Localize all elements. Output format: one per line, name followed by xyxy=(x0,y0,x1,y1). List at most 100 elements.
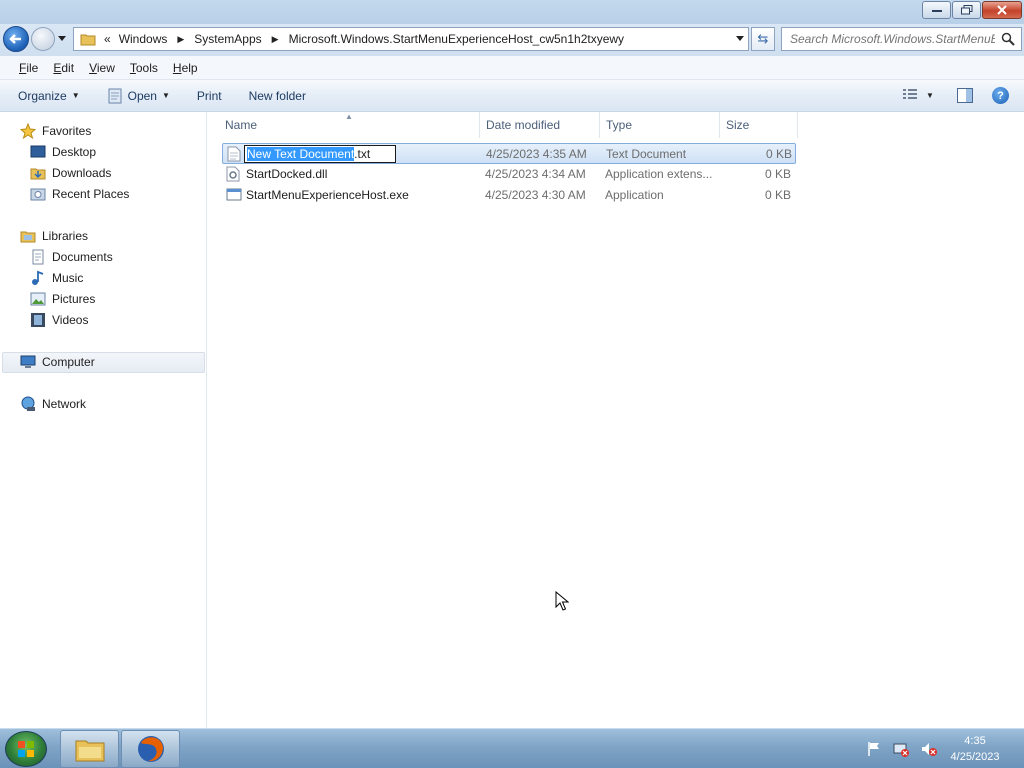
print-label: Print xyxy=(196,88,222,103)
rename-input[interactable]: New Text Document .txt xyxy=(244,145,396,163)
back-button[interactable] xyxy=(3,26,29,52)
firefox-icon xyxy=(137,736,164,762)
search-input[interactable] xyxy=(790,32,995,46)
volume-muted-icon[interactable] xyxy=(920,741,938,757)
action-center-flag-icon[interactable] xyxy=(866,741,882,757)
forward-button[interactable] xyxy=(31,27,55,51)
clock-date: 4/25/2023 xyxy=(950,751,1000,763)
file-name: StartDocked.dll xyxy=(246,167,328,181)
nav-recent-places[interactable]: Recent Places xyxy=(30,184,129,204)
new-folder-button[interactable]: New folder xyxy=(249,89,306,103)
libraries-icon xyxy=(20,231,36,243)
address-row: « Windows ▶ SystemApps ▶ Microsoft.Windo… xyxy=(0,24,1024,56)
nav-favorites[interactable]: Favorites xyxy=(20,121,91,141)
taskbar-explorer[interactable] xyxy=(60,730,119,768)
menu-file[interactable]: File xyxy=(19,61,38,75)
rename-extension: .txt xyxy=(354,147,371,161)
nav-videos[interactable]: Videos xyxy=(30,310,88,330)
explorer-folder-icon xyxy=(75,740,104,762)
close-button[interactable] xyxy=(982,1,1022,19)
exe-file-icon xyxy=(226,188,242,201)
column-header-date[interactable]: Date modified xyxy=(486,112,598,138)
nav-downloads[interactable]: Downloads xyxy=(30,163,111,183)
recent-pages-dropdown[interactable] xyxy=(58,36,66,41)
network-disconnected-icon[interactable] xyxy=(892,741,910,757)
file-name: StartMenuExperienceHost.exe xyxy=(246,188,409,202)
file-type: Text Document xyxy=(606,147,687,161)
taskbar: 4:35 4/25/2023 xyxy=(0,728,1024,768)
breadcrumb-windows[interactable]: Windows xyxy=(119,32,168,46)
column-divider[interactable] xyxy=(479,112,480,138)
nav-documents[interactable]: Documents xyxy=(30,247,113,267)
column-header-size[interactable]: Size xyxy=(726,112,796,138)
file-row-startdocked-dll[interactable]: StartDocked.dll 4/25/2023 4:34 AM Applic… xyxy=(222,164,796,185)
documents-icon xyxy=(32,249,44,265)
file-row-startmenuexperiencehost-exe[interactable]: StartMenuExperienceHost.exe 4/25/2023 4:… xyxy=(222,185,796,206)
star-icon xyxy=(20,123,36,139)
rename-selected-text: New Text Document xyxy=(247,147,355,161)
column-header-name[interactable]: Name xyxy=(225,112,480,138)
preview-pane-icon[interactable] xyxy=(957,88,973,103)
windows-logo-icon xyxy=(18,741,34,757)
file-row-new-text-document[interactable]: New Text Document .txt 4/25/2023 4:35 AM … xyxy=(222,143,796,164)
network-icon xyxy=(21,396,35,411)
clock[interactable]: 4:35 4/25/2023 xyxy=(940,733,1010,765)
chevron-down-icon: ▼ xyxy=(926,90,934,100)
breadcrumb-startmenu-folder[interactable]: Microsoft.Windows.StartMenuExperienceHos… xyxy=(289,32,624,46)
organize-button[interactable]: Organize ▼ xyxy=(18,89,80,103)
nav-pictures[interactable]: Pictures xyxy=(30,289,95,309)
new-folder-label: New folder xyxy=(248,88,306,103)
file-list: ▲ Name Date modified Type Size New Text … xyxy=(208,112,1024,728)
breadcrumb-systemapps[interactable]: SystemApps xyxy=(194,32,261,46)
text-file-icon xyxy=(227,146,241,162)
column-divider[interactable] xyxy=(719,112,720,138)
chevron-right-icon[interactable]: ▶ xyxy=(272,34,279,45)
organize-label: Organize xyxy=(18,88,67,103)
print-button[interactable]: Print xyxy=(197,89,222,103)
column-divider[interactable] xyxy=(599,112,600,138)
start-button[interactable] xyxy=(5,731,47,767)
minimize-icon xyxy=(931,10,942,12)
details-view-icon xyxy=(903,89,917,99)
open-label: Open xyxy=(127,88,157,103)
column-divider[interactable] xyxy=(797,112,798,138)
system-tray xyxy=(866,741,938,757)
change-view-button[interactable]: ▼ xyxy=(902,88,934,102)
file-type: Application xyxy=(605,188,664,202)
nav-network[interactable]: Network xyxy=(20,394,86,414)
file-date: 4/25/2023 4:35 AM xyxy=(486,147,587,161)
menu-tools[interactable]: Tools xyxy=(130,61,158,75)
search-icon[interactable] xyxy=(1001,32,1015,46)
chevron-right-icon[interactable]: ▶ xyxy=(177,34,184,45)
restore-icon xyxy=(960,5,972,15)
nav-desktop[interactable]: Desktop xyxy=(30,142,96,162)
menu-help[interactable]: Help xyxy=(173,61,198,75)
open-button[interactable]: Open ▼ xyxy=(107,88,170,104)
menu-view[interactable]: View xyxy=(89,61,115,75)
title-bar xyxy=(0,0,1024,24)
refresh-icon: ⇆ xyxy=(757,31,769,46)
window-controls xyxy=(922,1,1022,19)
taskbar-firefox[interactable] xyxy=(121,730,180,768)
search-box[interactable] xyxy=(781,27,1022,51)
nav-music[interactable]: Music xyxy=(30,268,83,288)
recent-places-icon xyxy=(30,188,46,201)
help-icon[interactable]: ? xyxy=(992,87,1009,104)
close-icon xyxy=(997,5,1007,15)
refresh-button[interactable]: ⇆ xyxy=(751,27,775,51)
music-note-icon xyxy=(32,270,44,285)
nav-libraries[interactable]: Libraries xyxy=(20,226,88,246)
breadcrumb-overflow[interactable]: « xyxy=(104,32,111,46)
menu-edit[interactable]: Edit xyxy=(53,61,74,75)
restore-button[interactable] xyxy=(952,1,981,19)
nav-computer[interactable]: Computer xyxy=(20,352,95,372)
column-header-type[interactable]: Type xyxy=(606,112,718,138)
file-type: Application extens... xyxy=(605,167,713,181)
file-date: 4/25/2023 4:30 AM xyxy=(485,188,586,202)
minimize-button[interactable] xyxy=(922,1,951,19)
pictures-icon xyxy=(30,292,46,306)
address-dropdown-icon[interactable] xyxy=(736,36,744,41)
menu-bar: File Edit View Tools Help xyxy=(0,56,1024,80)
back-arrow-icon xyxy=(9,34,21,44)
address-bar[interactable]: « Windows ▶ SystemApps ▶ Microsoft.Windo… xyxy=(73,27,749,51)
